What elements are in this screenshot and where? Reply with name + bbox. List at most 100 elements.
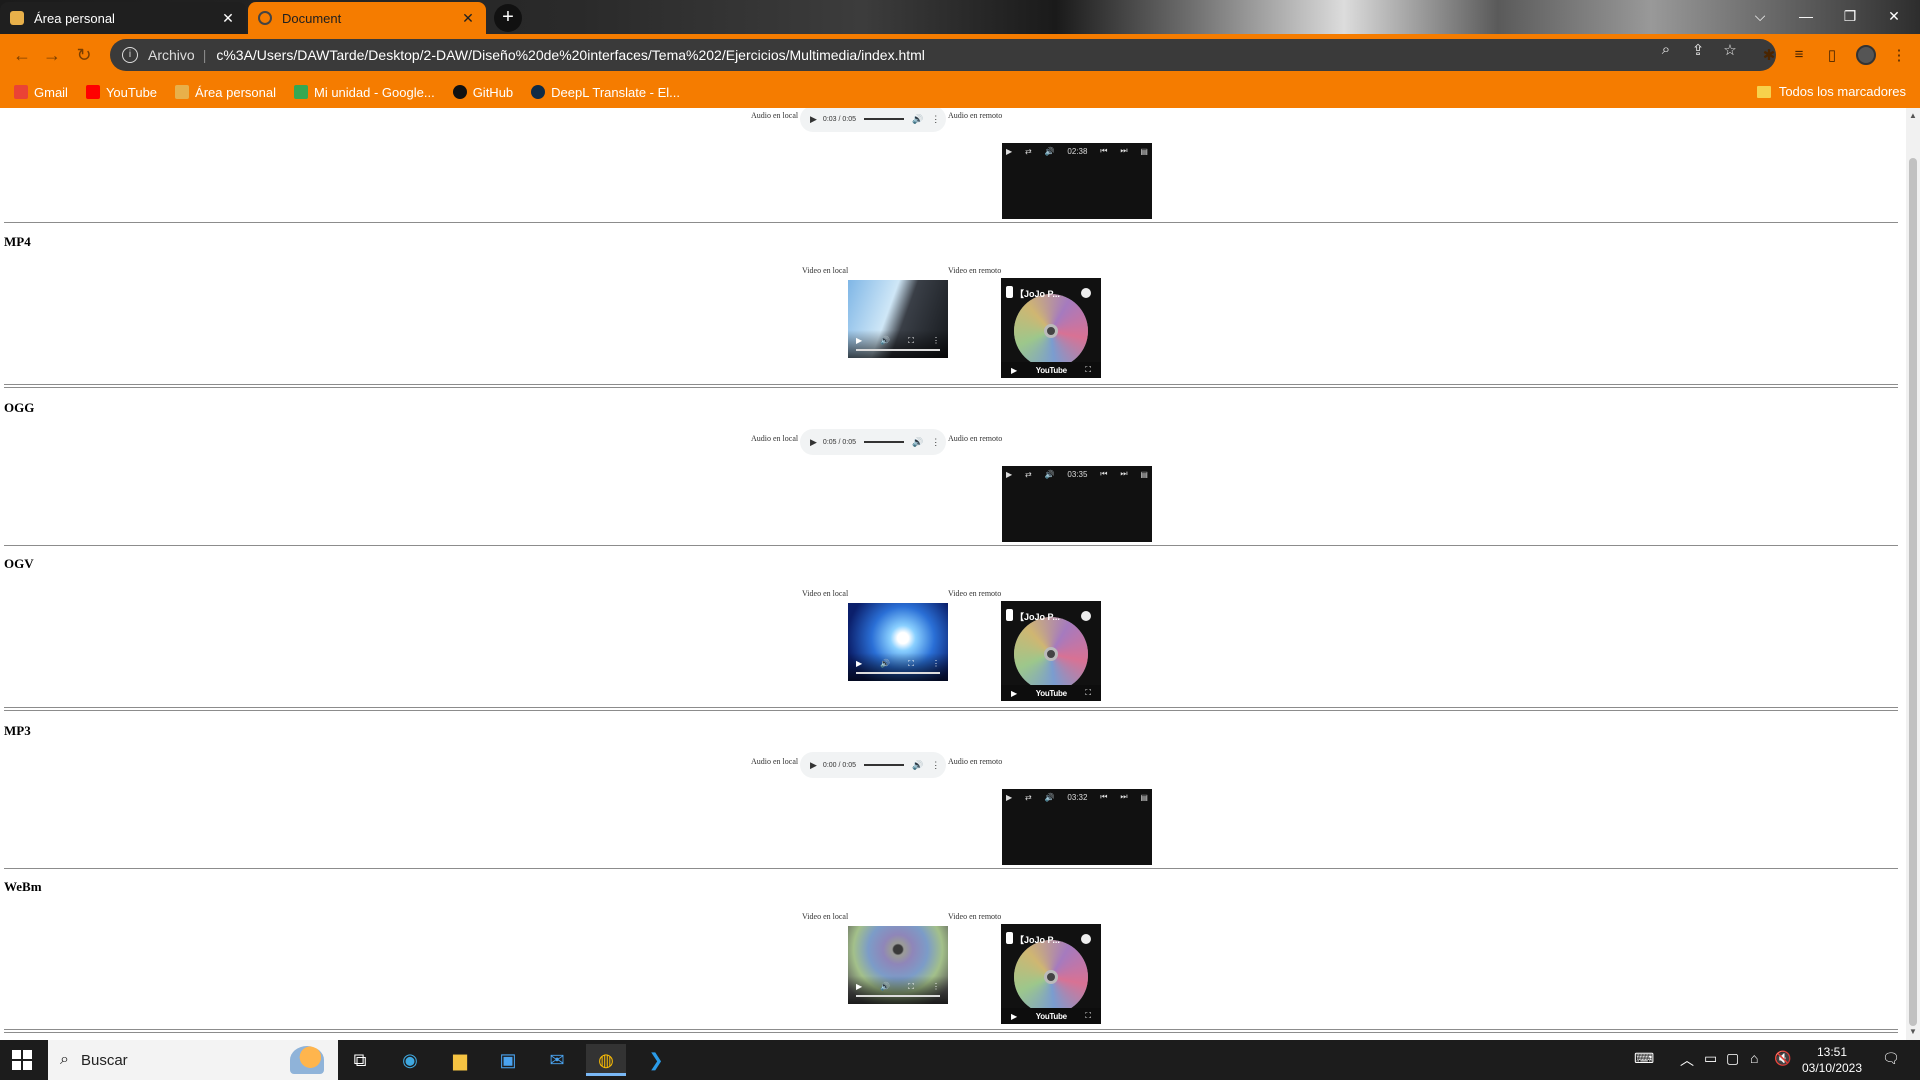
url-text[interactable]: c%3A/Users/DAWTarde/Desktop/2-DAW/Diseño… <box>216 47 925 63</box>
audio-seek-bar[interactable] <box>864 764 905 766</box>
play-icon[interactable]: ▶ <box>810 114 817 125</box>
audio-seek-bar[interactable] <box>864 441 905 443</box>
play-icon[interactable]: ▶ <box>856 659 862 669</box>
previous-icon[interactable]: ⏮ <box>1100 146 1107 156</box>
audio-player[interactable]: ▶ 0:05 / 0:05 🔊 ⋮ <box>800 429 946 455</box>
side-panel-icon[interactable]: ▯ <box>1823 46 1841 64</box>
local-video-player[interactable]: ▶ 🔊 ⛶ ⋮ <box>848 603 948 681</box>
zoom-icon[interactable]: ⌕ <box>1656 41 1676 58</box>
bookmark-area-personal[interactable]: Área personal <box>175 85 276 100</box>
local-video-player[interactable]: ▶ 🔊 ⛶ ⋮ <box>848 280 948 358</box>
play-icon[interactable]: ▶ <box>1006 147 1012 156</box>
store-icon[interactable]: ▣ <box>488 1044 528 1076</box>
show-hidden-icons[interactable]: ︿ <box>1680 1050 1694 1070</box>
vertical-scrollbar[interactable]: ▲ ▼ <box>1906 108 1920 1040</box>
scroll-down-icon[interactable]: ▼ <box>1909 1027 1917 1037</box>
network-icon[interactable]: ⌂ <box>1750 1050 1758 1066</box>
tab-document[interactable]: Document ✕ <box>248 2 486 34</box>
keyboard-icon[interactable]: ⌨ <box>1634 1050 1654 1067</box>
audio-player[interactable]: ▶ 0:00 / 0:05 🔊 ⋮ <box>800 752 946 778</box>
volume-icon[interactable]: 🔊 <box>912 437 923 448</box>
new-tab-button[interactable]: + <box>494 4 522 32</box>
notifications-icon[interactable]: 🗨 <box>1882 1050 1900 1067</box>
fullscreen-icon[interactable]: ⛶ <box>1085 365 1091 375</box>
remote-audio-embed[interactable]: ▶ ⇄ 🔊 03:32 ⏮ ⏭ ▤ <box>1002 789 1152 865</box>
forward-icon[interactable]: → <box>40 43 64 67</box>
chrome-icon[interactable]: ◍ <box>586 1044 626 1076</box>
meet-icon[interactable]: ▭ <box>1704 1050 1717 1067</box>
restore-icon[interactable]: ❐ <box>1830 4 1870 28</box>
playlist-icon[interactable]: ▤ <box>1140 147 1148 156</box>
volume-icon[interactable]: 🔊 <box>1045 793 1055 802</box>
play-icon[interactable]: ▶ <box>856 982 862 992</box>
audio-player[interactable]: ▶ 0:03 / 0:05 🔊 ⋮ <box>800 108 946 132</box>
volume-icon[interactable]: 🔊 <box>880 982 890 992</box>
menu-icon[interactable]: ⋮ <box>1890 46 1908 64</box>
previous-icon[interactable]: ⏮ <box>1100 469 1107 479</box>
mail-icon[interactable]: ✉ <box>537 1044 577 1076</box>
bookmark-github[interactable]: GitHub <box>452 85 513 100</box>
fullscreen-icon[interactable]: ⛶ <box>908 659 914 669</box>
play-icon[interactable]: ▶ <box>856 336 862 346</box>
repeat-icon[interactable]: ⇄ <box>1025 793 1032 802</box>
bookmark-youtube[interactable]: YouTube <box>85 85 157 100</box>
more-options-icon[interactable]: ⋮ <box>931 760 940 771</box>
close-icon[interactable]: ✕ <box>460 10 476 27</box>
play-icon[interactable]: ▶ <box>1011 366 1017 375</box>
file-explorer-icon[interactable]: ▆ <box>440 1044 480 1076</box>
play-icon[interactable]: ▶ <box>1006 793 1012 802</box>
previous-icon[interactable]: ⏮ <box>1100 792 1107 802</box>
taskbar-clock[interactable]: 13:51 03/10/2023 <box>1790 1044 1874 1076</box>
scrollbar-thumb[interactable] <box>1909 158 1917 1026</box>
video-seek-bar[interactable] <box>856 349 940 351</box>
remote-audio-embed[interactable]: ▶ ⇄ 🔊 03:35 ⏮ ⏭ ▤ <box>1002 466 1152 542</box>
playlist-icon[interactable]: ▤ <box>1140 793 1148 802</box>
minimize-icon[interactable]: — <box>1786 4 1826 28</box>
repeat-icon[interactable]: ⇄ <box>1025 147 1032 156</box>
address-bar[interactable]: i Archivo | c%3A/Users/DAWTarde/Desktop/… <box>110 39 1776 71</box>
audio-seek-bar[interactable] <box>864 118 905 120</box>
tab-search-icon[interactable]: ⌵ <box>1740 4 1780 28</box>
fullscreen-icon[interactable]: ⛶ <box>908 982 914 992</box>
volume-icon[interactable]: 🔊 <box>880 336 890 346</box>
volume-icon[interactable]: 🔊 <box>880 659 890 669</box>
playlist-icon[interactable]: ▤ <box>1140 470 1148 479</box>
reading-list-icon[interactable]: ≡ <box>1790 46 1808 64</box>
video-seek-bar[interactable] <box>856 672 940 674</box>
info-icon[interactable]: i <box>122 47 138 63</box>
info-icon[interactable] <box>1081 611 1091 621</box>
play-icon[interactable]: ▶ <box>1011 1012 1017 1021</box>
repeat-icon[interactable]: ⇄ <box>1025 470 1032 479</box>
youtube-embed[interactable]: 【JoJo P... ▶ YouTube ⛶ <box>1001 278 1101 378</box>
play-icon[interactable]: ▶ <box>1006 470 1012 479</box>
next-icon[interactable]: ⏭ <box>1120 469 1127 479</box>
more-options-icon[interactable]: ⋮ <box>932 659 940 669</box>
all-bookmarks-button[interactable]: Todos los marcadores <box>1756 84 1906 99</box>
youtube-embed[interactable]: 【JoJo P... ▶ YouTube ⛶ <box>1001 924 1101 1024</box>
fullscreen-icon[interactable]: ⛶ <box>1085 1011 1091 1021</box>
tab-area-personal[interactable]: Área personal ✕ <box>0 2 246 34</box>
play-icon[interactable]: ▶ <box>810 437 817 448</box>
video-seek-bar[interactable] <box>856 995 940 997</box>
bookmark-google-drive[interactable]: Mi unidad - Google... <box>294 85 435 100</box>
taskbar-search[interactable]: ⌕ Buscar <box>48 1040 338 1080</box>
play-icon[interactable]: ▶ <box>810 760 817 771</box>
local-video-player[interactable]: ▶ 🔊 ⛶ ⋮ <box>848 926 948 1004</box>
extensions-icon[interactable]: ✱ <box>1760 46 1778 64</box>
more-options-icon[interactable]: ⋮ <box>932 336 940 346</box>
volume-icon[interactable]: 🔊 <box>1045 470 1055 479</box>
profile-avatar[interactable] <box>1856 45 1876 65</box>
fullscreen-icon[interactable]: ⛶ <box>908 336 914 346</box>
next-icon[interactable]: ⏭ <box>1120 792 1127 802</box>
bookmark-star-icon[interactable]: ☆ <box>1720 41 1740 59</box>
mute-icon[interactable]: 🔇 <box>1774 1050 1791 1067</box>
bookmark-deepl[interactable]: DeepL Translate - El... <box>531 85 680 100</box>
volume-icon[interactable]: 🔊 <box>912 114 923 125</box>
scroll-up-icon[interactable]: ▲ <box>1909 111 1917 121</box>
more-options-icon[interactable]: ⋮ <box>931 114 940 125</box>
more-options-icon[interactable]: ⋮ <box>931 437 940 448</box>
share-icon[interactable]: ⇪ <box>1688 41 1708 59</box>
bookmark-gmail[interactable]: Gmail <box>14 85 68 100</box>
info-icon[interactable] <box>1081 934 1091 944</box>
remote-audio-embed[interactable]: ▶ ⇄ 🔊 02:38 ⏮ ⏭ ▤ <box>1002 143 1152 219</box>
